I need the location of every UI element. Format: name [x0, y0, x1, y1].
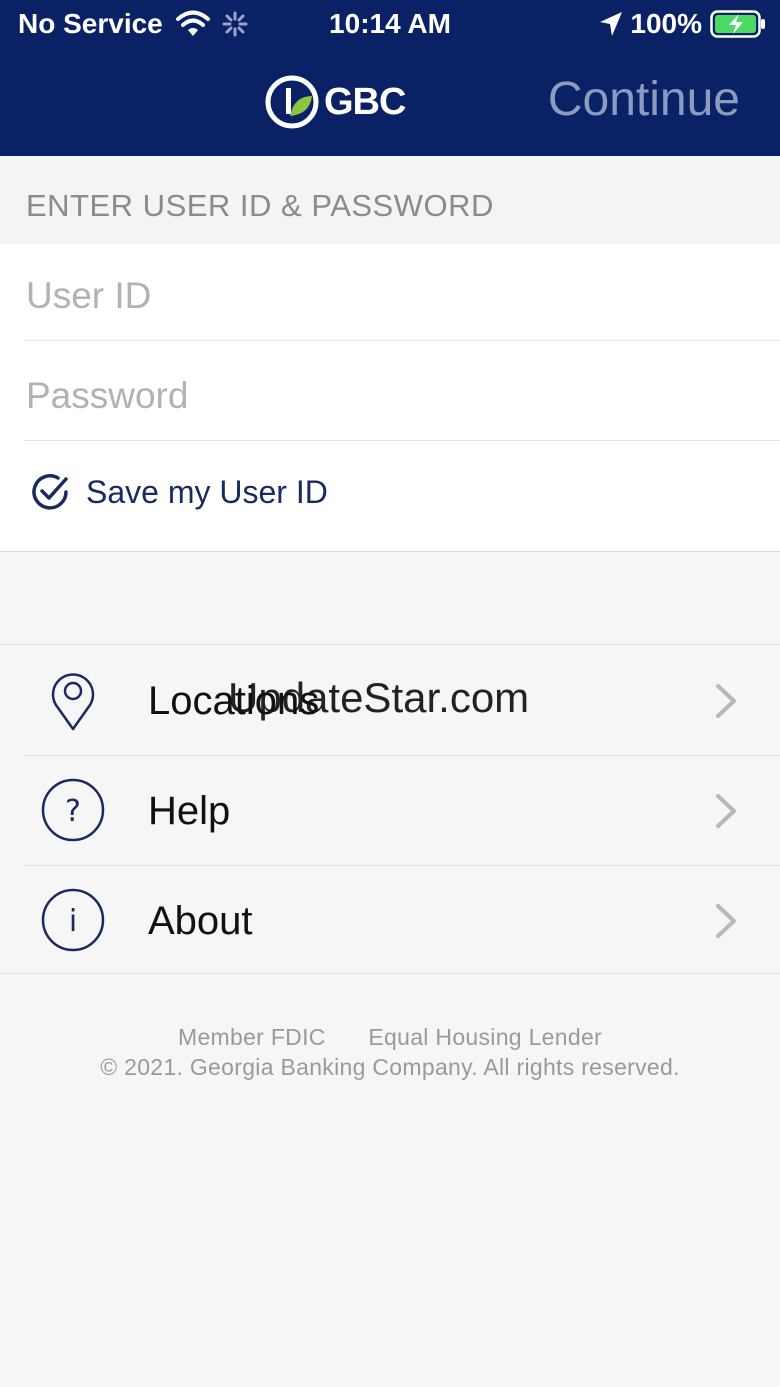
menu-item-label: About — [148, 899, 253, 943]
logo-text: GBC — [324, 80, 406, 123]
save-user-id-label: Save my User ID — [86, 473, 328, 510]
menu-item-help[interactable]: ? Help — [0, 755, 780, 865]
location-pin-icon — [51, 673, 95, 731]
svg-text:?: ? — [65, 794, 81, 829]
save-user-id-checkbox[interactable]: Save my User ID — [28, 470, 328, 514]
chevron-right-icon — [716, 904, 736, 938]
question-circle-icon: ? — [41, 778, 105, 842]
svg-text:i: i — [69, 904, 77, 939]
status-right: 100% — [598, 8, 766, 40]
nav-bar: GBC Continue — [0, 52, 780, 156]
member-fdic: Member FDIC — [177, 1024, 326, 1050]
menu-item-about[interactable]: i About — [0, 865, 780, 975]
battery-charging-icon — [710, 10, 765, 38]
divider — [24, 440, 780, 441]
user-id-input[interactable] — [26, 248, 780, 344]
battery-percent: 100% — [630, 8, 702, 39]
section-title: ENTER USER ID & PASSWORD — [26, 188, 494, 223]
chevron-right-icon — [716, 794, 736, 828]
footer: Member FDIC Equal Housing Lender © 2021.… — [0, 1022, 780, 1082]
login-form: Save my User ID — [0, 244, 780, 552]
continue-button[interactable]: Continue — [548, 72, 740, 127]
check-circle-icon — [32, 474, 68, 510]
password-input[interactable] — [26, 348, 780, 444]
menu-item-label: Help — [148, 789, 231, 833]
copyright: © 2021. Georgia Banking Company. All rig… — [100, 1054, 680, 1080]
watermark: UpdateStar.com — [228, 674, 530, 721]
equal-housing-lender: Equal Housing Lender — [368, 1024, 602, 1050]
divider — [24, 340, 780, 341]
location-arrow-icon — [600, 12, 623, 36]
chevron-right-icon — [716, 684, 736, 718]
info-circle-icon: i — [41, 888, 105, 952]
app-header: No Service 10:14 AM 100% GBC Continue — [0, 0, 780, 156]
login-section-header: ENTER USER ID & PASSWORD — [0, 156, 780, 244]
gbc-logo: GBC — [264, 74, 406, 130]
status-bar: No Service 10:14 AM 100% — [0, 0, 780, 52]
footer-line-1: Member FDIC Equal Housing Lender — [0, 1022, 780, 1052]
gbc-leaf-logo-icon — [265, 75, 319, 129]
